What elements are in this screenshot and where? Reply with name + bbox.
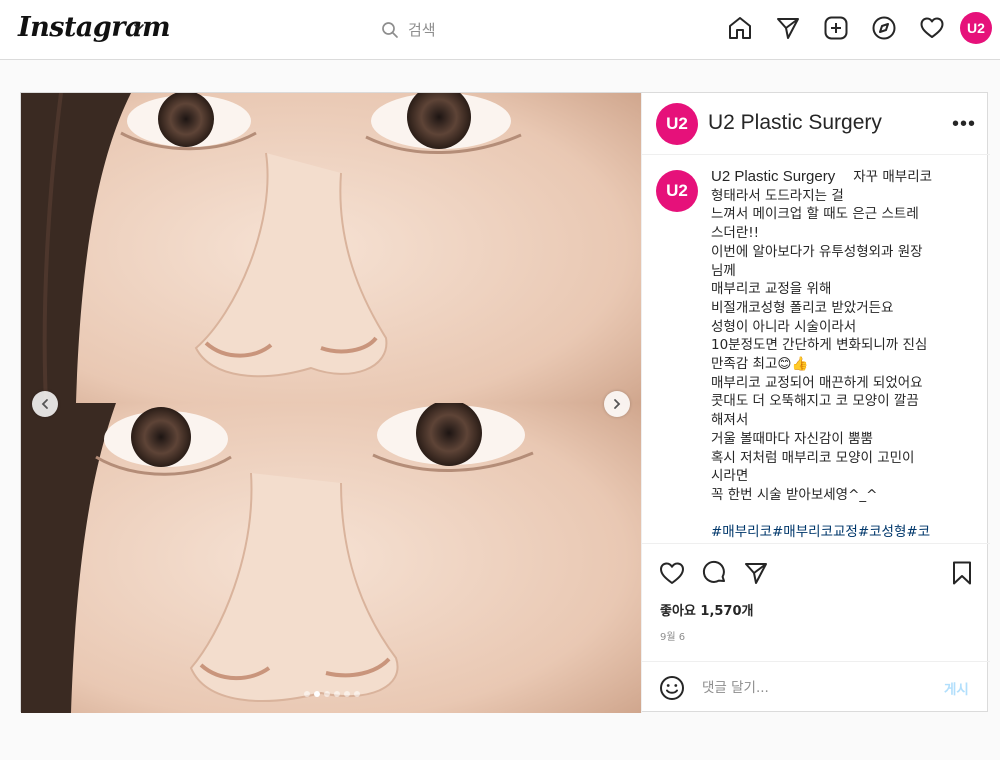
explore-icon[interactable]	[870, 14, 898, 42]
chevron-right-icon	[614, 399, 621, 409]
comment-bar: 게시	[642, 661, 990, 713]
chevron-down-icon[interactable]	[132, 20, 146, 34]
caption-line: 콧대도 더 오뚝해지고 코 모양이 깔끔	[711, 393, 919, 410]
caption-area: U2 U2 Plastic Surgery 자꾸 매부리코형태라서 도드라지는 걸…	[642, 156, 990, 543]
profile-avatar[interactable]: U2	[960, 12, 992, 44]
caption-hashtags[interactable]: #매부리코#매부리코교정#코성형#코	[711, 523, 981, 542]
carousel-next-button[interactable]	[604, 391, 630, 417]
author-avatar[interactable]: U2	[656, 103, 698, 145]
share-icon[interactable]	[742, 559, 770, 587]
comment-icon[interactable]	[700, 559, 728, 587]
carousel-dot[interactable]	[304, 691, 310, 697]
caption-line: 시라면	[711, 468, 749, 485]
like-count[interactable]: 좋아요 1,570개	[660, 600, 754, 619]
search-box[interactable]	[368, 14, 638, 46]
caption-line	[711, 505, 981, 524]
caption-line: 만족감 최고😊👍	[711, 356, 809, 373]
emoji-icon[interactable]	[658, 674, 686, 702]
caption-line: 자꾸 매부리코	[853, 169, 933, 185]
carousel-indicator	[304, 691, 360, 697]
caption-avatar[interactable]: U2	[656, 170, 698, 212]
post-date[interactable]: 9월 6	[660, 628, 685, 643]
carousel-dot[interactable]	[334, 691, 340, 697]
caption-text: U2 Plastic Surgery 자꾸 매부리코형태라서 도드라지는 걸느껴서…	[711, 168, 981, 542]
more-options-icon[interactable]: •••	[952, 113, 976, 136]
activity-heart-icon[interactable]	[918, 14, 946, 42]
top-navigation-bar: Instagram U2	[0, 0, 1000, 60]
like-heart-icon[interactable]	[658, 559, 686, 587]
caption-line: 이번에 알아보다가 유투성형외과 원장	[711, 243, 923, 260]
caption-line: 매부리코 교정을 위해	[711, 281, 832, 298]
post-comment-button[interactable]: 게시	[944, 678, 969, 698]
author-username[interactable]: U2 Plastic Surgery	[708, 111, 882, 135]
save-bookmark-icon[interactable]	[948, 559, 976, 587]
caption-line: 거울 볼때마다 자신감이 뿜뿜	[711, 430, 873, 447]
caption-line: 느껴서 메이크업 할 때도 은근 스트레	[711, 206, 919, 223]
carousel-dot[interactable]	[324, 691, 330, 697]
post-card: U2 U2 Plastic Surgery ••• U2 U2 Plastic …	[20, 92, 990, 713]
home-icon[interactable]	[726, 14, 754, 42]
carousel-dot[interactable]	[344, 691, 350, 697]
caption-line: 성형이 아니라 시술이라서	[711, 318, 857, 335]
caption-line: 해져서	[711, 412, 749, 429]
caption-line: 비절개코성형 폴리코 받았거든요	[711, 299, 894, 316]
chevron-left-icon	[41, 399, 48, 409]
post-sidebar: U2 U2 Plastic Surgery ••• U2 U2 Plastic …	[641, 93, 990, 713]
direct-icon[interactable]	[774, 14, 802, 42]
carousel-dot[interactable]	[354, 691, 360, 697]
post-actions: 좋아요 1,570개 9월 6	[642, 543, 990, 661]
caption-line: 매부리코 교정되어 매끈하게 되었어요	[711, 374, 923, 391]
carousel-dot[interactable]	[314, 691, 320, 697]
caption-line: 형태라서 도드라지는 걸	[711, 187, 844, 204]
caption-line: 혹시 저처럼 매부리코 모양이 고민이	[711, 449, 915, 466]
instagram-logo[interactable]: Instagram	[18, 12, 171, 43]
post-header: U2 U2 Plastic Surgery •••	[642, 93, 990, 155]
comment-input[interactable]	[702, 676, 922, 700]
post-media-carousel[interactable]	[21, 93, 641, 713]
new-post-icon[interactable]	[822, 14, 850, 42]
caption-line: 님께	[711, 262, 736, 279]
carousel-prev-button[interactable]	[32, 391, 58, 417]
caption-username[interactable]: U2 Plastic Surgery	[711, 168, 835, 185]
search-input[interactable]	[408, 18, 628, 42]
caption-line: 10분정도면 간단하게 변화되니까 진심	[711, 337, 928, 354]
photo-after	[21, 403, 641, 713]
caption-line: 꼭 한번 시술 받아보세영^_^	[711, 486, 878, 503]
caption-line: 스더란!!	[711, 225, 760, 242]
search-icon	[382, 22, 398, 38]
photo-before	[21, 93, 641, 403]
